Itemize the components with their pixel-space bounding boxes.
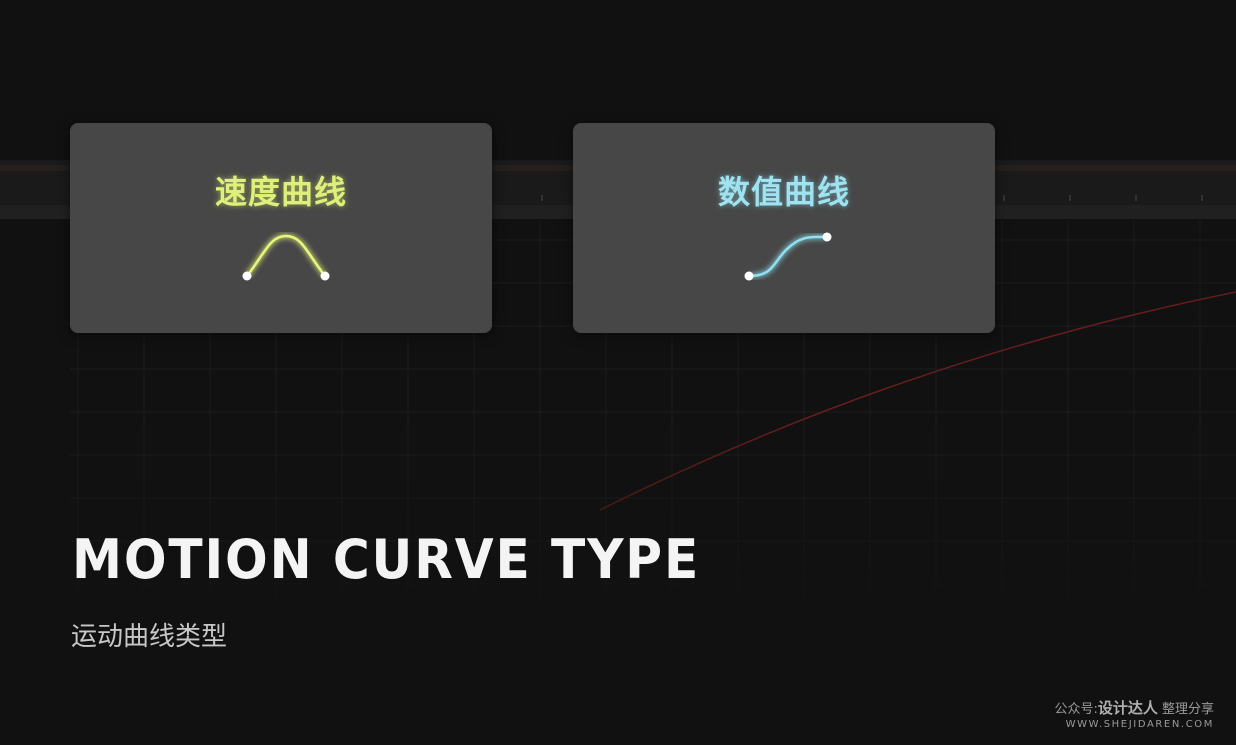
page-heading: MOTION CURVE TYPE xyxy=(72,528,701,591)
speed-curve-card: 速度曲线 xyxy=(70,123,492,333)
bell-curve-icon xyxy=(242,232,330,281)
value-curve-card: 数值曲线 xyxy=(573,123,995,333)
watermark-suffix: 整理分享 xyxy=(1161,702,1214,717)
watermark: 公众号:设计达人 整理分享 WWW.SHEJIDAREN.COM xyxy=(1054,697,1214,730)
s-curve-icon xyxy=(744,232,832,281)
page-subheading: 运动曲线类型 xyxy=(71,622,228,652)
watermark-url: WWW.SHEJIDAREN.COM xyxy=(1065,719,1214,730)
watermark-prefix: 公众号: xyxy=(1054,702,1098,717)
watermark-name: 设计达人 xyxy=(1097,699,1158,717)
